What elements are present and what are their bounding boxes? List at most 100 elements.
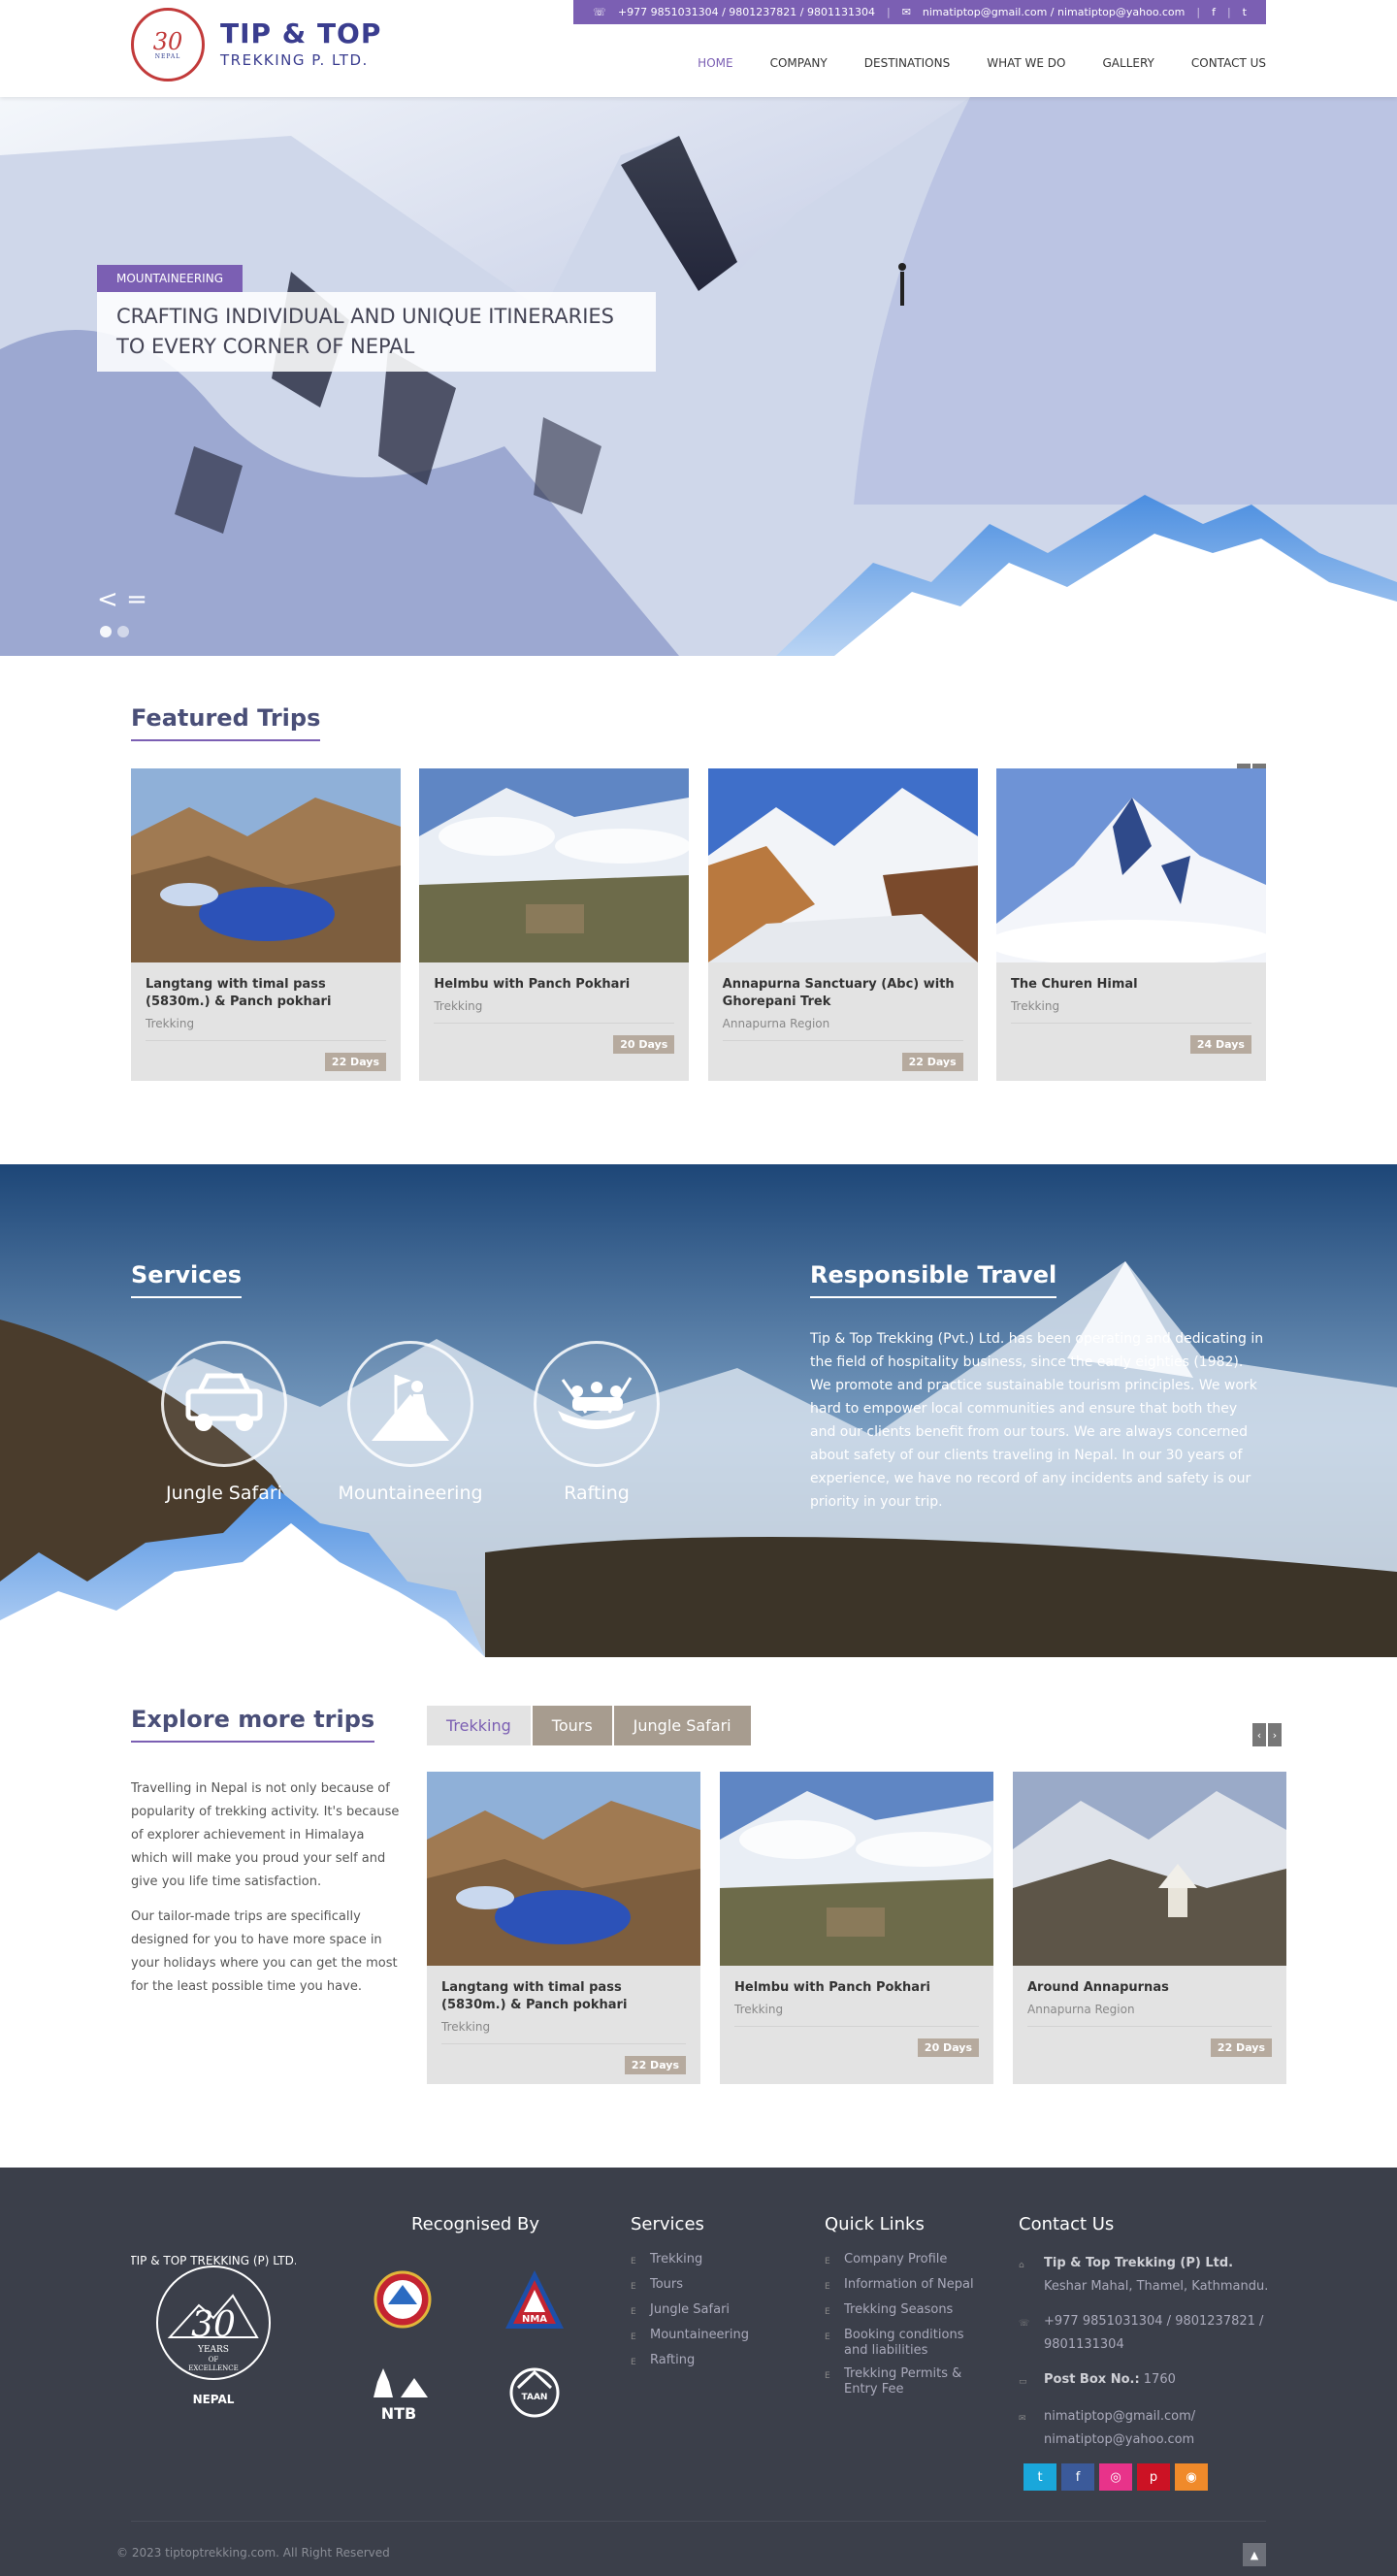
trip-card[interactable]: Around Annapurnas Annapurna Region 22 Da… [1013, 1772, 1286, 2084]
hero-menu-icon[interactable]: = [126, 585, 147, 614]
hero-dot-1[interactable] [100, 626, 112, 637]
footer-link[interactable]: E Trekking Seasons [825, 2302, 990, 2320]
nepal-emblem-icon[interactable] [364, 2266, 441, 2333]
climber-icon[interactable] [347, 1341, 473, 1467]
service-rafting[interactable]: Rafting [504, 1341, 690, 1504]
trip-image[interactable] [419, 768, 690, 962]
trip-card[interactable]: Langtang with timal pass (5830m.) & Panc… [427, 1772, 700, 2084]
services-band: Services Jungle Safari Mountaineering Ra… [0, 1164, 1397, 1657]
pinterest-icon[interactable]: p [1137, 2463, 1170, 2491]
twitter-icon[interactable]: t [1243, 6, 1247, 18]
tab-jungle-safari[interactable]: Jungle Safari [613, 1706, 751, 1745]
tab-trekking[interactable]: Trekking [427, 1706, 531, 1745]
responsible-title: Responsible Travel [810, 1261, 1057, 1298]
footer-service-item[interactable]: E Rafting [631, 2353, 749, 2370]
trip-card[interactable]: Helmbu with Panch Pokhari Trekking 20 Da… [720, 1772, 993, 2084]
trip-card[interactable]: Annapurna Sanctuary (Abc) with Ghorepani… [707, 768, 978, 1081]
explore-prev-icon[interactable]: ‹ [1252, 1723, 1266, 1746]
main-nav: HOME COMPANY DESTINATIONS WHAT WE DO GAL… [661, 56, 1266, 70]
contact-topbar: ☏ +977 9851031304 / 9801237821 / 9801131… [573, 0, 1266, 24]
footer-divider [131, 2521, 1266, 2522]
footer-link[interactable]: E Company Profile [825, 2252, 990, 2269]
footer-link[interactable]: E Trekking Permits & Entry Fee [825, 2366, 990, 2397]
footer-service-item[interactable]: E Jungle Safari [631, 2302, 749, 2320]
facebook-icon[interactable]: f [1061, 2463, 1094, 2491]
trip-image[interactable] [707, 768, 978, 962]
nma-label: NMA [522, 2314, 547, 2325]
nma-logo-icon[interactable]: NMA [496, 2266, 573, 2333]
hero-controls: < = [97, 585, 147, 614]
topbar-emails[interactable]: nimatiptop@gmail.com / nimatiptop@yahoo.… [923, 6, 1185, 18]
logo-name: TIP & TOP [220, 17, 382, 49]
trip-name[interactable]: Helmbu with Panch Pokhari [434, 976, 674, 994]
hero-tag[interactable]: MOUNTAINEERING [97, 265, 243, 292]
footer-service-item[interactable]: E Tours [631, 2277, 749, 2295]
contact-email-2[interactable]: nimatiptop@yahoo.com [1044, 2432, 1194, 2447]
nav-contact-us[interactable]: CONTACT US [1191, 56, 1266, 70]
trip-name[interactable]: Helmbu with Panch Pokhari [734, 1979, 979, 1997]
trip-image[interactable] [1013, 1772, 1286, 1966]
trip-days-badge: 20 Days [917, 2038, 979, 2057]
trip-image[interactable] [427, 1772, 700, 1966]
trip-name[interactable]: The Churen Himal [1011, 976, 1251, 994]
raft-icon[interactable] [534, 1341, 660, 1467]
site-logo[interactable]: 30 NEPAL TIP & TOP TREKKING P. LTD. [131, 8, 381, 82]
footer-link[interactable]: E Booking conditions and liabilities [825, 2328, 990, 2359]
instagram-icon[interactable]: ◎ [1099, 2463, 1132, 2491]
bullet-icon: E [631, 2257, 636, 2266]
mail-icon: ✉ [901, 6, 911, 18]
trip-days-badge: 20 Days [613, 1035, 675, 1054]
twitter-icon[interactable]: t [1023, 2463, 1056, 2491]
trip-name[interactable]: Langtang with timal pass (5830m.) & Panc… [146, 976, 386, 1011]
footer-service-item[interactable]: E Trekking [631, 2252, 749, 2269]
trip-image[interactable] [720, 1772, 993, 1966]
hero-dot-2[interactable] [117, 626, 129, 637]
hero-prev-icon[interactable]: < [97, 585, 118, 614]
taan-label: TAAN [522, 2393, 548, 2402]
hero-slider: MOUNTAINEERING CRAFTING INDIVIDUAL AND U… [0, 97, 1397, 656]
facebook-icon[interactable]: f [1212, 6, 1216, 18]
service-label: Mountaineering [338, 1483, 483, 1504]
jeep-icon[interactable] [161, 1341, 287, 1467]
trip-image[interactable] [131, 768, 401, 962]
trip-name[interactable]: Around Annapurnas [1027, 1979, 1272, 1997]
trip-name[interactable]: Annapurna Sanctuary (Abc) with Ghorepani… [723, 976, 963, 1011]
trip-card[interactable]: Helmbu with Panch Pokhari Trekking 20 Da… [419, 768, 690, 1081]
bullet-icon: E [825, 2282, 830, 2292]
tab-tours[interactable]: Tours [532, 1706, 612, 1745]
rss-icon[interactable]: ◉ [1175, 2463, 1208, 2491]
service-mountaineering[interactable]: Mountaineering [317, 1341, 504, 1504]
nav-destinations[interactable]: DESTINATIONS [864, 56, 950, 70]
bullet-icon: E [631, 2332, 636, 2342]
phone-icon: ☏ [1019, 2319, 1030, 2329]
scroll-to-top-icon[interactable]: ▲ [1243, 2543, 1266, 2566]
responsible-text: Tip & Top Trekking (Pvt.) Ltd. has been … [810, 1331, 1264, 1510]
trip-name[interactable]: Langtang with timal pass (5830m.) & Panc… [441, 1979, 686, 2014]
nav-gallery[interactable]: GALLERY [1103, 56, 1154, 70]
explore-next-icon[interactable]: › [1268, 1723, 1282, 1746]
trip-card[interactable]: Langtang with timal pass (5830m.) & Panc… [131, 768, 401, 1081]
nav-company[interactable]: COMPANY [770, 56, 828, 70]
bullet-icon: E [631, 2307, 636, 2317]
trip-image[interactable] [995, 768, 1266, 962]
footer-services: Services E Trekking E Tours E Jungle Safari… [631, 2214, 749, 2378]
footer-service-item[interactable]: E Mountaineering [631, 2328, 749, 2345]
explore-title: Explore more trips [131, 1706, 375, 1743]
nav-what-we-do[interactable]: WHAT WE DO [987, 56, 1065, 70]
ntb-logo-icon[interactable]: NTB [364, 2359, 441, 2427]
badge-years: YEARS [197, 2345, 229, 2355]
bullet-icon: E [825, 2371, 830, 2381]
nav-home[interactable]: HOME [698, 56, 732, 70]
taan-logo-icon[interactable]: TAAN [496, 2359, 573, 2427]
explore-section: Explore more trips Travelling in Nepal i… [0, 1657, 1397, 2168]
service-label: Rafting [564, 1483, 630, 1504]
footer-link[interactable]: E Information of Nepal [825, 2277, 990, 2295]
trip-card[interactable]: The Churen Himal Trekking 24 Days [995, 768, 1266, 1081]
trip-category: Trekking [441, 2020, 491, 2034]
footer-contact: Contact Us ⌂ Tip & Top Trekking (P) Ltd. K… [1019, 2214, 1281, 2491]
service-jungle-safari[interactable]: Jungle Safari [131, 1341, 317, 1504]
mail-icon: ✉ [1019, 2414, 1026, 2424]
contact-email-1[interactable]: nimatiptop@gmail.com/ [1044, 2409, 1195, 2424]
trip-category: Trekking [1010, 999, 1060, 1013]
copyright-text: © 2023 tiptoptrekking.com. All Right Res… [116, 2546, 390, 2560]
